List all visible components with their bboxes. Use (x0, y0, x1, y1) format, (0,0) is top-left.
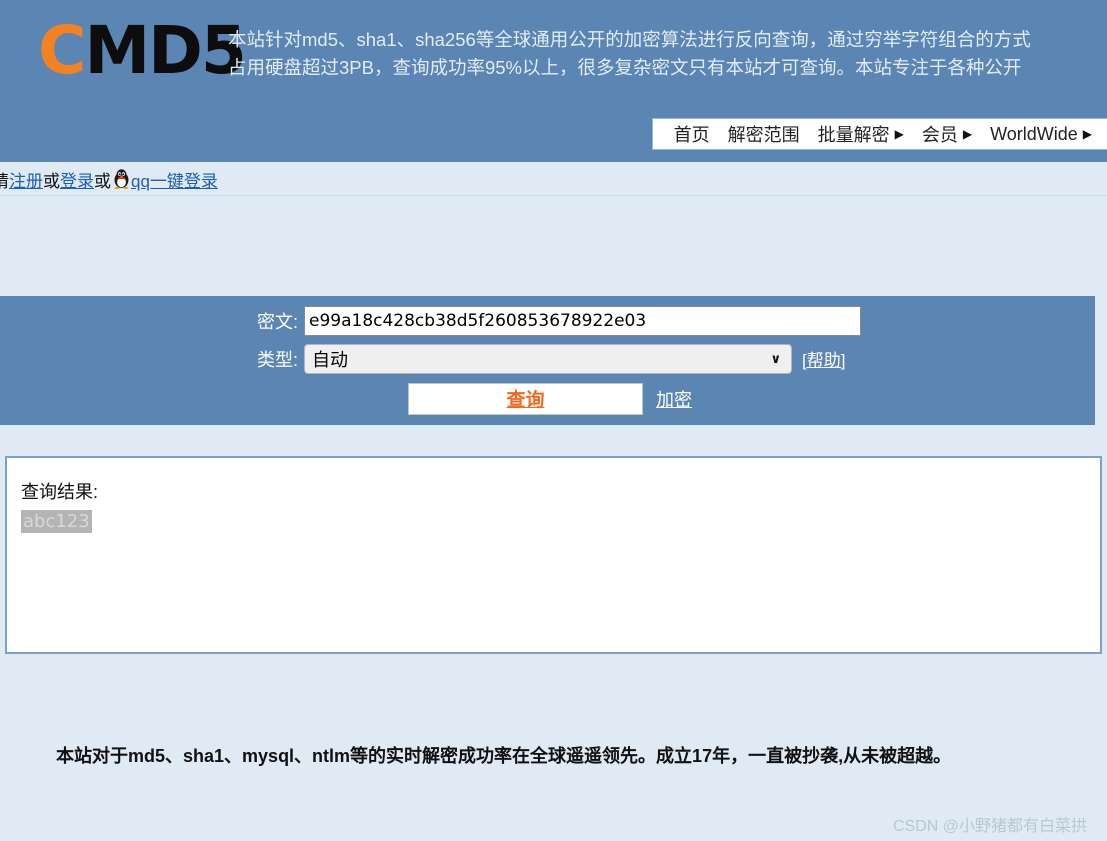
nav-item-member-label: 会员 (921, 125, 958, 145)
type-select-value: 自动 (312, 349, 348, 370)
nav-item-batch-decrypt-label: 批量解密 (817, 125, 890, 145)
chevron-down-icon: ∨ (770, 350, 781, 366)
query-form-panel: 密文: 类型: 自动 ∨ [帮助] 查询 加密 (0, 296, 1095, 425)
query-result-title: 查询结果: (21, 482, 99, 502)
site-description: 本站针对md5、sha1、sha256等全球通用公开的加密算法进行反向查询，通过… (228, 26, 1107, 82)
footer-note: 本站对于md5、sha1、mysql、ntlm等的实时解密成功率在全球遥遥领先。… (56, 746, 952, 766)
ciphertext-input[interactable] (304, 305, 861, 336)
qq-one-click-login-link[interactable]: qq一键登录 (131, 167, 218, 192)
login-prefix-text: 请 (0, 171, 9, 191)
nav-item-home-label: 首页 (673, 125, 710, 145)
site-description-line-2: 占用硬盘超过3PB，查询成功率95%以上，很多复杂密文只有本站才可查询。本站专注… (228, 57, 1022, 78)
type-label: 类型: (256, 349, 298, 370)
nav-item-decrypt-scope-label: 解密范围 (727, 125, 800, 145)
logo-text-md5: MD5 (84, 12, 246, 89)
nav-item-batch-decrypt[interactable]: 批量解密 ▶ (809, 121, 913, 147)
nav-item-worldwide[interactable]: WorldWide ▶ (981, 124, 1101, 145)
actions-row: 查询 加密 (408, 382, 1095, 415)
login-bar: 请注册或登录或 qq一键登录 (0, 163, 1107, 196)
register-link[interactable]: 注册 (9, 167, 43, 192)
nav-item-home[interactable]: 首页 (665, 121, 719, 147)
caret-right-icon: ▶ (894, 127, 904, 141)
nav-item-decrypt-scope[interactable]: 解密范围 (719, 121, 809, 147)
query-submit-button[interactable]: 查询 (408, 382, 643, 415)
qq-penguin-icon (113, 169, 130, 189)
site-logo: CMD5 (38, 18, 247, 84)
login-separator-2: 或 (94, 171, 111, 191)
login-separator-1: 或 (43, 171, 60, 191)
main-navigation: 首页 解密范围 批量解密 ▶ 会员 ▶ WorldWide ▶ (651, 118, 1107, 150)
csdn-watermark: CSDN @小野猪都有白菜拱 (892, 818, 1087, 835)
ciphertext-label: 密文: (256, 311, 298, 332)
login-bar-content: 请注册或登录或 qq一键登录 (0, 167, 218, 192)
caret-right-icon: ▶ (1082, 127, 1092, 141)
login-link[interactable]: 登录 (60, 167, 94, 192)
help-link[interactable]: [帮助] (802, 346, 845, 371)
site-header: CMD5 本站针对md5、sha1、sha256等全球通用公开的加密算法进行反向… (0, 0, 1107, 162)
nav-item-worldwide-label: WorldWide (990, 123, 1078, 144)
query-result-box: 查询结果: abc123 (5, 456, 1102, 654)
nav-item-member[interactable]: 会员 ▶ (913, 121, 981, 147)
encrypt-link[interactable]: 加密 (656, 386, 692, 412)
type-row: 类型: 自动 ∨ [帮助] (236, 343, 1095, 374)
logo-letter-c: C (38, 12, 86, 89)
site-description-line-1: 本站针对md5、sha1、sha256等全球通用公开的加密算法进行反向查询，通过… (228, 29, 1031, 50)
caret-right-icon: ▶ (962, 127, 973, 141)
ciphertext-row: 密文: (236, 305, 1095, 336)
query-result-value[interactable]: abc123 (21, 510, 92, 533)
type-select[interactable]: 自动 ∨ (304, 343, 792, 374)
